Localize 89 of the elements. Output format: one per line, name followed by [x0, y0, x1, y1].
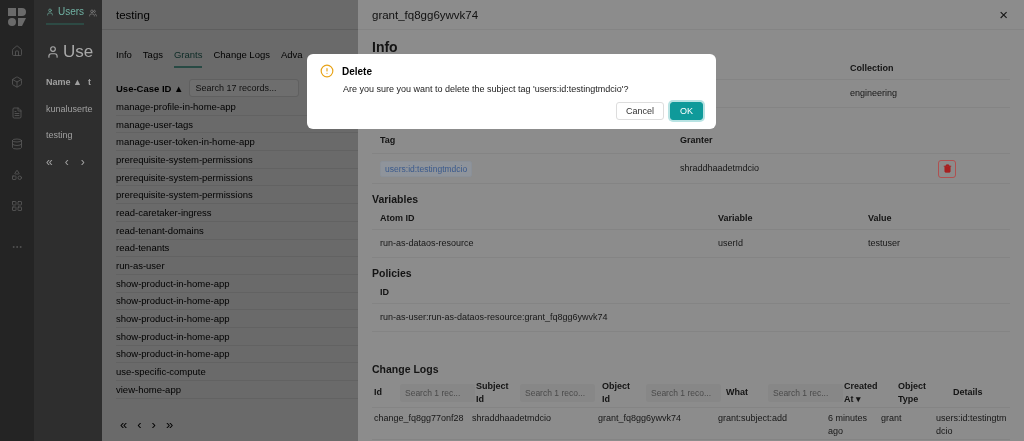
close-button[interactable]: × — [999, 6, 1008, 23]
file-icon[interactable] — [11, 107, 23, 119]
table-cell-text: shraddhaadetmdcio — [472, 412, 553, 425]
table-cell: show-product-in-home-app — [116, 277, 230, 289]
table-cell-text: engineering — [850, 87, 899, 100]
column-header: Value — [868, 212, 893, 225]
column-header: What — [726, 386, 749, 399]
delete-button[interactable] — [938, 159, 956, 178]
table-cell: show-product-in-home-app — [116, 295, 230, 307]
column-header[interactable]: Use-Case ID ▲ — [116, 82, 184, 94]
dialog-message: Are you sure you want to delete the subject tag 'users:id:testingtmdcio'? — [343, 84, 630, 94]
table-cell: view-home-app — [116, 383, 181, 395]
table-cell: prerequisite-system-permissions — [116, 189, 253, 201]
drawer-tab[interactable]: Info — [116, 42, 132, 68]
table-cell-text: testuser — [868, 237, 901, 250]
table-cell-text: userId — [718, 237, 744, 250]
column-header: Granter — [680, 134, 714, 147]
page-heading: Use — [63, 42, 94, 62]
home-icon[interactable] — [11, 45, 23, 57]
table-cell-text: users:id:testingtmdcio — [936, 412, 1008, 438]
table-cell-text: grant_fq8gg6ywvk74 — [598, 412, 683, 425]
column-header: Collection — [850, 62, 895, 75]
table-cell: prerequisite-system-permissions — [116, 171, 253, 183]
column-header: Id — [374, 386, 383, 399]
logo-icon — [8, 8, 26, 26]
table-cell-text: grant — [881, 412, 903, 425]
table-cell: use-specific-compute — [116, 366, 206, 378]
drawer-tab[interactable]: Grants — [173, 42, 203, 68]
users-tab[interactable]: Users — [46, 0, 85, 25]
users-icon[interactable] — [89, 8, 98, 17]
table-cell: read-tenants — [116, 242, 170, 254]
drawer-title: grant_fq8gg6ywvk74 — [372, 8, 479, 21]
table-cell: kunaluserte — [46, 104, 93, 114]
table-cell: testing — [46, 130, 73, 140]
pager-button[interactable]: « — [120, 416, 128, 432]
table-cell: prerequisite-system-permissions — [116, 153, 253, 165]
warning-icon — [320, 64, 334, 78]
table-cell: show-product-in-home-app — [116, 313, 230, 325]
section-heading: Change Logs — [372, 363, 439, 375]
drawer-tab[interactable]: Change Logs — [213, 42, 270, 68]
table-cell-text: run-as-dataos-resource — [380, 237, 475, 250]
pager-button[interactable]: › — [151, 416, 156, 432]
column-header: Details — [953, 386, 984, 399]
column-header: Object Type — [898, 379, 927, 406]
table-cell-text: shraddhaadetmdcio — [680, 162, 761, 175]
column-header: Created At ▾ — [844, 379, 879, 406]
drawer-title: testing — [116, 8, 150, 21]
section-heading: Policies — [372, 267, 412, 279]
ok-button[interactable]: OK — [670, 102, 703, 120]
database-icon[interactable] — [11, 138, 23, 150]
table-cell-text: 6 minutes ago — [828, 412, 869, 438]
table-cell: show-product-in-home-app — [116, 348, 230, 360]
search-field[interactable]: Search 17 records... — [189, 79, 300, 97]
section-heading: Variables — [372, 193, 419, 205]
pager-button[interactable]: ‹ — [64, 155, 69, 169]
trash-icon — [942, 164, 952, 173]
table-cell-text: change_fq8gg77onf28 — [374, 412, 465, 425]
shapes-icon[interactable] — [11, 169, 23, 181]
column-header: Name ▲ — [46, 77, 82, 87]
column-header: t — [87, 77, 91, 87]
pager-button[interactable]: « — [46, 155, 53, 169]
cube-icon[interactable] — [11, 76, 23, 88]
grid-icon[interactable] — [11, 200, 23, 212]
column-header: Atom ID — [380, 212, 416, 225]
table-cell: manage-user-token-in-home-app — [116, 136, 255, 148]
column-header: Tag — [380, 134, 397, 147]
column-header: Object Id — [602, 379, 631, 406]
pager-button[interactable]: » — [165, 416, 174, 432]
pager-button[interactable]: ‹ — [137, 416, 142, 432]
tag-chip: users:id:testingtmdcio — [380, 160, 473, 177]
table-cell: show-product-in-home-app — [116, 330, 230, 342]
table-cell: manage-user-tags — [116, 118, 194, 130]
column-header: Variable — [718, 212, 754, 225]
table-cell: read-tenant-domains — [116, 224, 204, 236]
column-header: ID — [380, 286, 390, 299]
table-cell: read-caretaker-ingress — [116, 206, 212, 218]
drawer-tab[interactable]: Tags — [142, 42, 163, 68]
table-cell: run-as-user — [116, 260, 165, 272]
column-header: Subject Id — [476, 379, 510, 406]
section-heading: Info — [372, 39, 398, 55]
dialog-title: Delete — [342, 65, 372, 77]
table-cell-text: run-as-user:run-as-dataos-resource:grant_fq8gg6ywvk74 — [380, 311, 609, 324]
pager-button[interactable]: › — [80, 155, 85, 169]
user-icon — [46, 7, 54, 16]
drawer-tab[interactable]: Adva — [281, 42, 303, 68]
table-cell-text: grant:subject:add — [718, 412, 789, 425]
user-icon — [46, 45, 60, 59]
table-cell: manage-profile-in-home-app — [116, 100, 236, 112]
cancel-button[interactable]: Cancel — [615, 102, 664, 120]
